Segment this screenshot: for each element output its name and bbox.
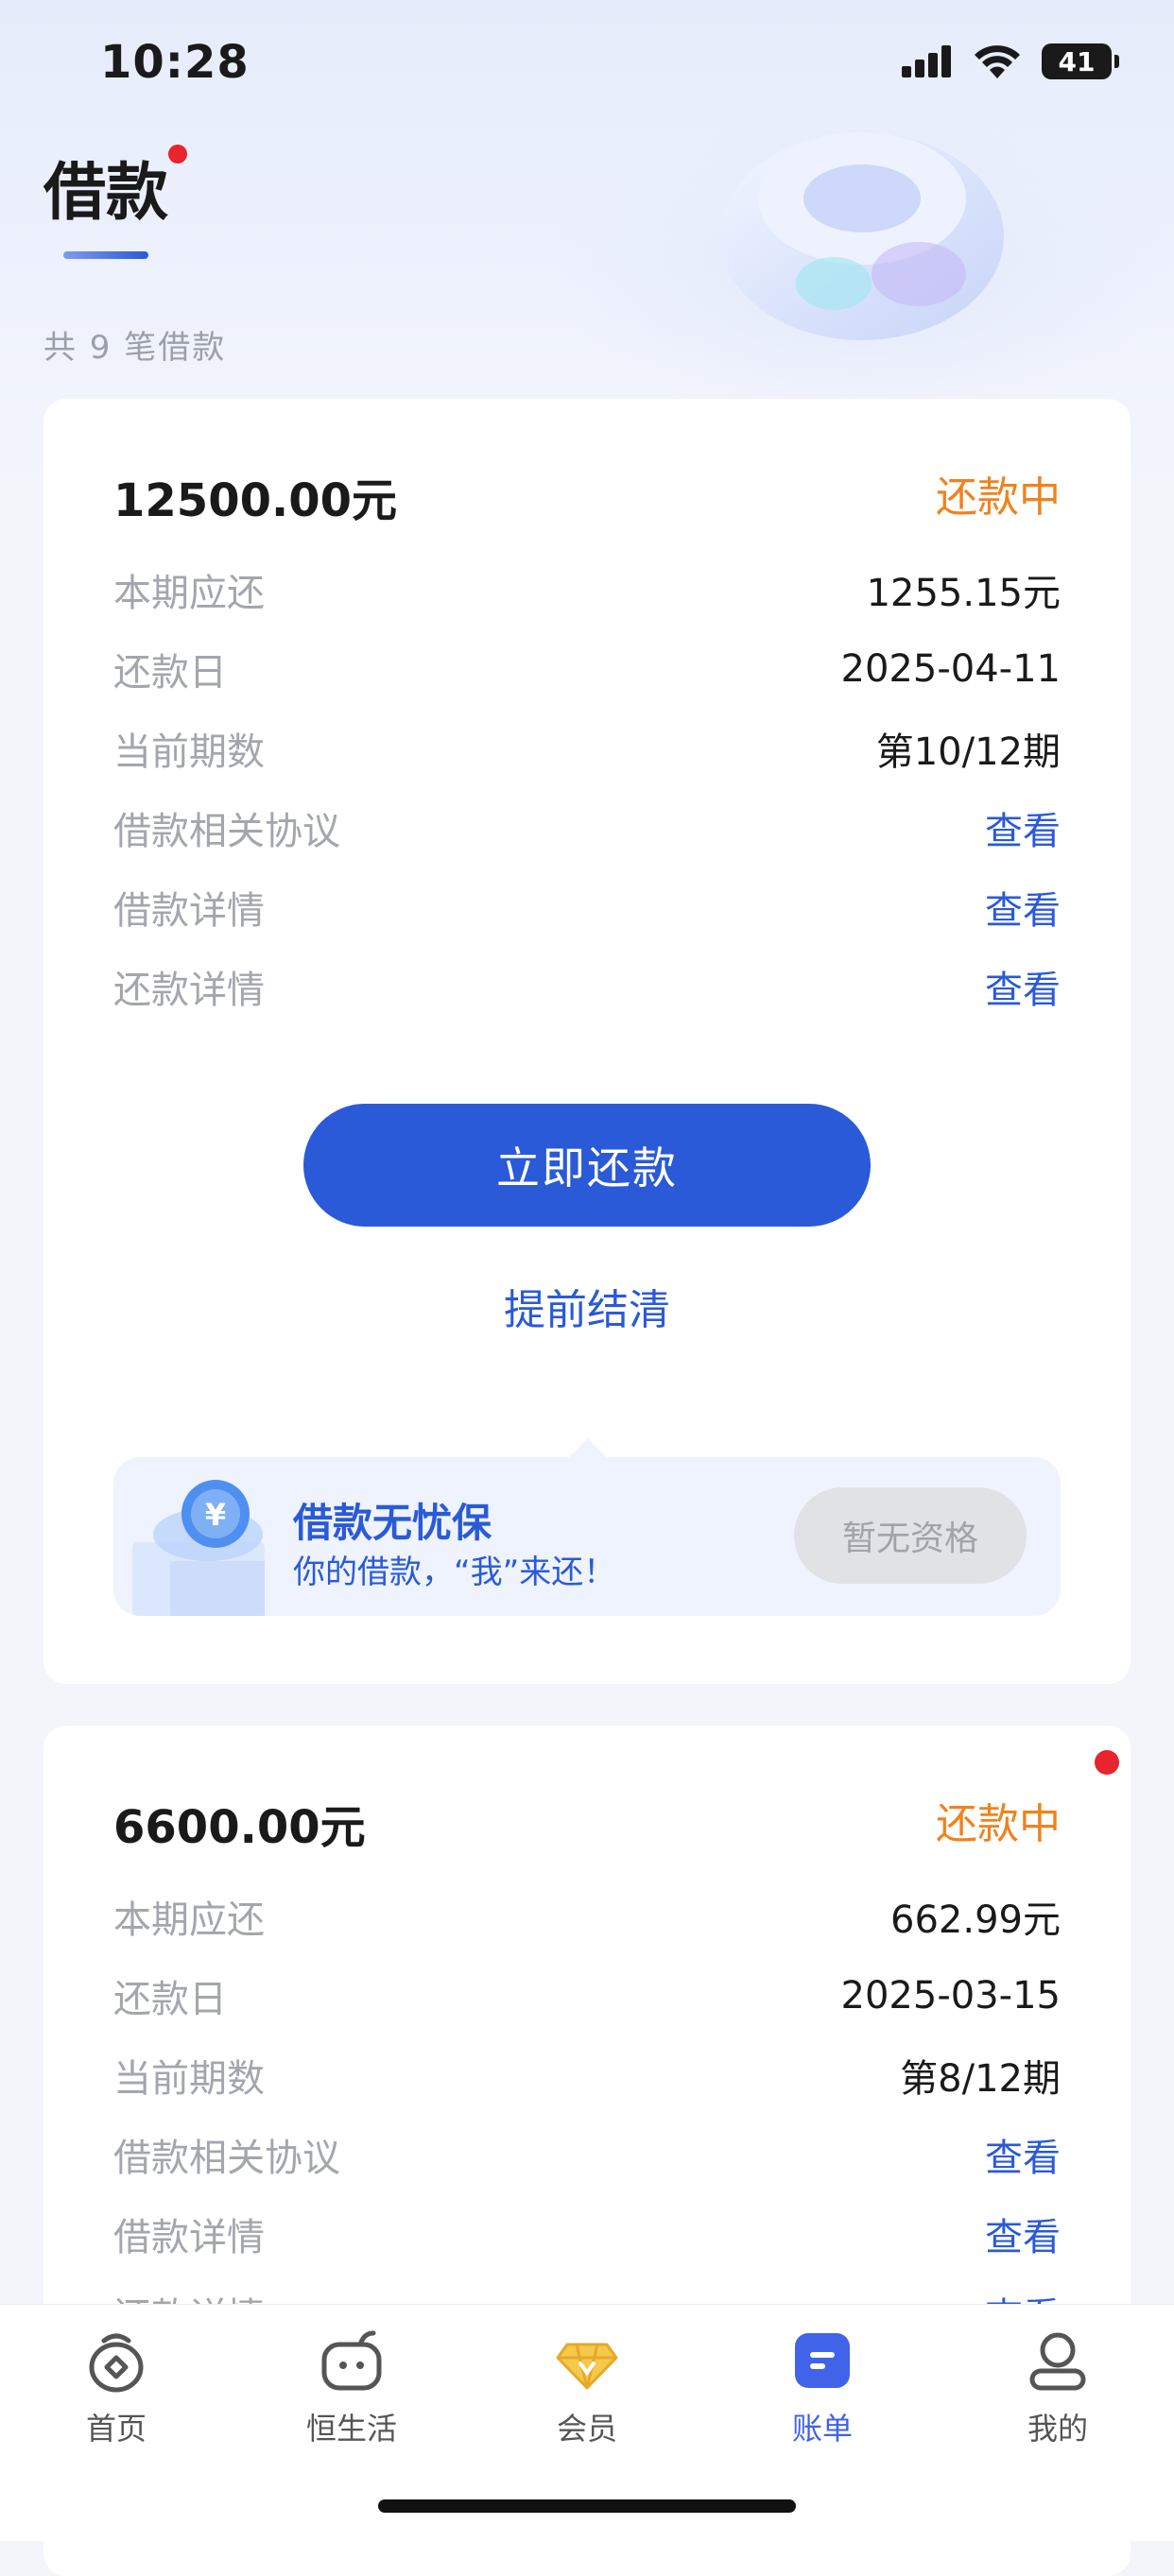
insurance-subtitle: 你的借款，“我”来还！ xyxy=(293,1554,616,1591)
row-current-due: 本期应还 1255.15元 xyxy=(113,561,1061,618)
view-loan-details-link[interactable]: 查看 xyxy=(985,2207,1061,2261)
page-title: 借款 xyxy=(43,156,168,229)
tab-member[interactable]: 会员 xyxy=(492,2327,682,2469)
title-underline xyxy=(63,251,148,259)
row-repay-date: 还款日 2025-03-15 xyxy=(113,1967,1061,2024)
row-loan-agreement: 借款相关协议 查看 xyxy=(113,799,1061,856)
loan-card: 12500.00元 还款中 本期应还 1255.15元 还款日 2025-04-… xyxy=(43,399,1131,1684)
row-label: 还款日 xyxy=(113,1978,227,2021)
repay-now-button[interactable]: 立即还款 xyxy=(303,1104,871,1227)
view-agreement-link[interactable]: 查看 xyxy=(985,800,1061,855)
loan-status: 还款中 xyxy=(936,1800,1061,1848)
loan-amount: 12500.00元 xyxy=(113,474,398,527)
row-label: 本期应还 xyxy=(113,1898,265,1942)
tab-label: 恒生活 xyxy=(305,2411,397,2447)
member-diamond-icon xyxy=(556,2343,618,2390)
insurance-title: 借款无忧保 xyxy=(293,1500,492,1546)
tab-bill[interactable]: 账单 xyxy=(728,2327,917,2469)
home-icon xyxy=(89,2333,144,2393)
profile-icon xyxy=(1029,2332,1086,2391)
early-settle-link[interactable]: 提前结清 xyxy=(43,1276,1131,1336)
insurance-banner[interactable]: ¥ 借款无忧保 你的借款，“我”来还！ 暂无资格 xyxy=(113,1438,1061,1616)
loan-amount: 6600.00元 xyxy=(113,1801,366,1854)
row-value: 第10/12期 xyxy=(875,730,1061,774)
row-label: 借款详情 xyxy=(113,2216,265,2259)
loan-count: 共 9 笔借款 xyxy=(43,329,227,367)
wifi-icon xyxy=(975,45,1020,78)
notification-dot xyxy=(1095,1750,1119,1775)
row-current-period: 当前期数 第10/12期 xyxy=(113,720,1061,777)
row-current-due: 本期应还 662.99元 xyxy=(113,1888,1061,1945)
svg-text:¥: ¥ xyxy=(205,1497,226,1533)
tab-label: 我的 xyxy=(1027,2411,1088,2447)
home-indicator xyxy=(378,2499,796,2513)
row-loan-details: 借款详情 查看 xyxy=(113,879,1061,936)
tab-label: 首页 xyxy=(85,2411,147,2447)
view-loan-details-link[interactable]: 查看 xyxy=(985,880,1061,935)
row-value: 662.99元 xyxy=(890,1898,1061,1942)
row-repay-details: 还款详情 查看 xyxy=(113,958,1061,1015)
view-repay-details-link[interactable]: 查看 xyxy=(985,959,1061,1014)
status-time: 10:28 xyxy=(100,36,250,89)
status-icons: 41 xyxy=(902,43,1119,79)
tab-label: 会员 xyxy=(556,2411,617,2447)
tab-label: 账单 xyxy=(791,2411,853,2447)
life-icon xyxy=(321,2330,382,2391)
row-current-period: 当前期数 第8/12期 xyxy=(113,2047,1061,2104)
not-eligible-button[interactable]: 暂无资格 xyxy=(794,1487,1027,1584)
row-label: 借款相关协议 xyxy=(113,2137,340,2180)
row-value: 2025-03-15 xyxy=(840,1974,1061,2018)
tab-profile[interactable]: 我的 xyxy=(963,2327,1152,2469)
row-label: 当前期数 xyxy=(113,2057,265,2101)
row-repay-date: 还款日 2025-04-11 xyxy=(113,641,1061,697)
notification-dot xyxy=(168,145,187,163)
row-label: 借款详情 xyxy=(113,889,265,933)
row-label: 还款详情 xyxy=(113,969,265,1012)
loan-status: 还款中 xyxy=(936,473,1061,522)
battery-icon: 41 xyxy=(1042,43,1119,79)
row-loan-details: 借款详情 查看 xyxy=(113,2206,1061,2262)
cellular-signal-icon xyxy=(902,45,951,77)
row-loan-agreement: 借款相关协议 查看 xyxy=(113,2126,1061,2183)
row-label: 还款日 xyxy=(113,651,227,695)
row-label: 当前期数 xyxy=(113,730,265,774)
coin-shield-icon: ¥ xyxy=(132,1480,265,1616)
battery-level: 41 xyxy=(1058,45,1096,77)
tab-home[interactable]: 首页 xyxy=(22,2327,211,2469)
row-label: 本期应还 xyxy=(113,572,265,615)
row-value: 2025-04-11 xyxy=(840,647,1061,691)
view-agreement-link[interactable]: 查看 xyxy=(985,2127,1061,2182)
row-value: 1255.15元 xyxy=(866,572,1061,615)
bill-icon xyxy=(795,2333,850,2388)
tab-life[interactable]: 恒生活 xyxy=(257,2327,446,2469)
row-value: 第8/12期 xyxy=(900,2057,1061,2101)
status-bar: 10:28 41 xyxy=(0,0,1174,123)
row-label: 借款相关协议 xyxy=(113,810,340,853)
